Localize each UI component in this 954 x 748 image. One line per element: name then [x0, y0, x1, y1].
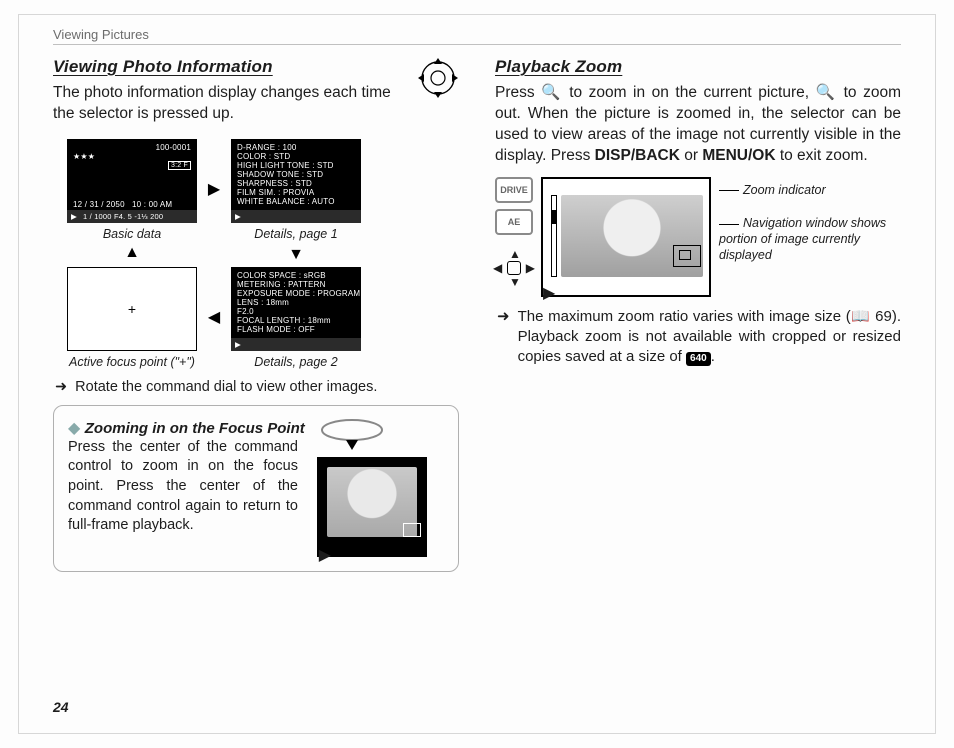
page-sheet: Viewing Pictures Viewing Photo Informati… — [18, 14, 936, 734]
disp-back-label: DISP/BACK — [595, 147, 680, 164]
spec-row: F2.0 — [237, 307, 355, 316]
spec-row: SHARPNESS : STD — [237, 179, 355, 188]
right-column: Playback Zoom Press 🔍 to zoom in on the … — [495, 57, 901, 572]
capture-date: 12 / 31 / 2050 — [73, 200, 125, 209]
ae-dial-icon: AE — [495, 209, 533, 235]
caption-details-1: Details, page 1 — [254, 227, 337, 241]
section-title-playback-zoom: Playback Zoom — [495, 57, 901, 77]
section-title-viewing-photo-info: Viewing Photo Information — [53, 57, 409, 77]
navigation-window-icon — [673, 245, 701, 267]
callout-illustration: ▶ — [317, 418, 427, 557]
two-column-layout: Viewing Photo Information The photo info… — [53, 57, 901, 572]
callout-body: Press the center of the command control … — [68, 438, 298, 536]
zoom-thumbnail: ▶ — [317, 457, 427, 557]
drive-dial-icon: DRIVE — [495, 177, 533, 203]
file-number: 100-0001 — [73, 143, 191, 152]
arrow-up-icon: ▲ — [67, 245, 197, 261]
note-page-ref: 69 — [875, 308, 892, 325]
zoom-preview-frame: ▶ — [541, 177, 711, 297]
zoom-indicator-label: Zoom indicator — [743, 183, 826, 197]
callout-title: Zooming in on the Focus Point — [85, 420, 305, 437]
tip-bullet-icon: ➜ — [497, 307, 510, 327]
spec-row: FILM SIM. : PROVIA — [237, 188, 355, 197]
rotate-dial-tip: ➜ Rotate the command dial to view other … — [55, 379, 459, 395]
tip-bullet-icon: ➜ — [55, 379, 67, 395]
command-control-icon — [317, 418, 387, 452]
caption-basic: Basic data — [103, 227, 161, 241]
selector-pad-icon: ▲ ▼ ◀ ▶ — [495, 249, 533, 287]
pz-d: or — [680, 147, 702, 164]
zoom-illustration: DRIVE AE ▲ ▼ ◀ ▶ ▶ — [495, 177, 901, 297]
intro-text: The photo information display changes ea… — [53, 83, 409, 125]
left-column: Viewing Photo Information The photo info… — [53, 57, 459, 572]
pz-b: to zoom in on the current picture, — [563, 84, 816, 101]
manual-ref-icon: 📖 — [851, 308, 871, 325]
spec-row: FLASH MODE : OFF — [237, 325, 355, 334]
info-cycle-grid: 100-0001 ★★★ 3:2 F 12 / 31 / 2050 10 : 0… — [67, 139, 459, 369]
pz-e: to exit zoom. — [776, 147, 868, 164]
spec-row: D-RANGE : 100 — [237, 143, 355, 152]
page-number: 24 — [53, 699, 69, 715]
navigation-window-label: Navigation window shows portion of image… — [719, 216, 886, 261]
aspect-badge: 3:2 F — [168, 161, 191, 170]
note-c: . — [711, 348, 715, 365]
zoom-indicator-bar — [551, 195, 557, 277]
menu-ok-label: MENU/OK — [702, 147, 775, 164]
exposure-status: 1 / 1000 F4. 5 -1⅓ 200 — [83, 212, 163, 221]
caption-details-2: Details, page 2 — [254, 355, 337, 369]
arrow-left-icon: ◀ — [203, 310, 225, 326]
panel-active-focus: + Active focus point ("+") — [67, 267, 197, 369]
spec-row: COLOR SPACE : sRGB — [237, 271, 355, 280]
focus-zoom-callout: ◆ Zooming in on the Focus Point Press th… — [53, 405, 459, 572]
callout-bullet-icon: ◆ — [68, 420, 80, 437]
capture-time: 10 : 00 AM — [132, 200, 172, 209]
zoom-in-icon: 🔍 — [541, 84, 563, 101]
panel-basic-data: 100-0001 ★★★ 3:2 F 12 / 31 / 2050 10 : 0… — [67, 139, 197, 241]
selector-dial-icon — [417, 57, 459, 99]
focus-point-frame: + — [67, 267, 197, 351]
rating-stars: ★★★ — [73, 152, 191, 161]
rotate-dial-text: Rotate the command dial to view other im… — [75, 379, 377, 395]
spec-row: SHADOW TONE : STD — [237, 170, 355, 179]
panel-details-2: COLOR SPACE : sRGBMETERING : PATTERNEXPO… — [231, 267, 361, 369]
spec-row: COLOR : STD — [237, 152, 355, 161]
note-a: The maximum zoom ratio varies with image… — [518, 308, 851, 325]
spec-row: METERING : PATTERN — [237, 280, 355, 289]
max-zoom-note: ➜ The maximum zoom ratio varies with ima… — [497, 307, 901, 368]
nav-window-icon — [403, 523, 421, 537]
playback-zoom-paragraph: Press 🔍 to zoom in on the current pictur… — [495, 83, 901, 167]
spec-row: WHITE BALANCE : AUTO — [237, 197, 355, 206]
arrow-down-icon: ▼ — [231, 247, 361, 263]
spec-row: EXPOSURE MODE : PROGRAM — [237, 289, 355, 298]
spec-row: LENS : 18mm — [237, 298, 355, 307]
running-head: Viewing Pictures — [53, 27, 901, 45]
spec-row: FOCAL LENGTH : 18mm — [237, 316, 355, 325]
panel-details-1: D-RANGE : 100COLOR : STDHIGH LIGHT TONE … — [231, 139, 361, 241]
spec-row: HIGH LIGHT TONE : STD — [237, 161, 355, 170]
arrow-right-icon: ▶ — [203, 182, 225, 198]
size-640-badge: 640 — [686, 352, 711, 366]
caption-active-focus: Active focus point ("+") — [69, 355, 195, 369]
pz-a: Press — [495, 84, 541, 101]
zoom-out-icon: 🔍 — [816, 84, 838, 101]
